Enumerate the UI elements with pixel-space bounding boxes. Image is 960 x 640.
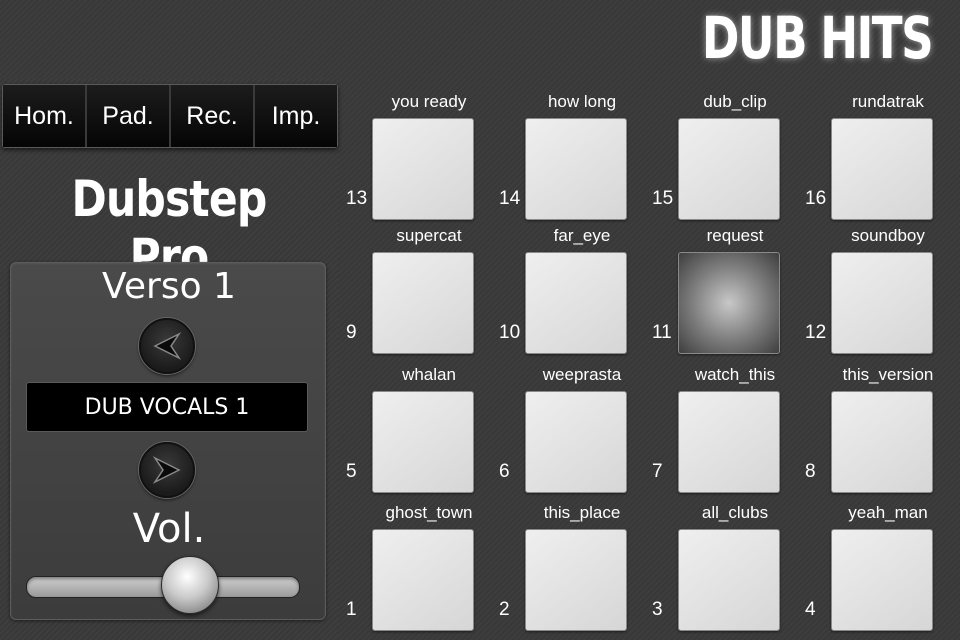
pad-cell: whalan 5 xyxy=(338,357,490,495)
brand-title: DUB HITS xyxy=(701,4,934,72)
pad-cell: supercat 9 xyxy=(338,218,490,356)
pad-cell: dub_clip 15 xyxy=(644,84,796,222)
pad-cell: request 11 xyxy=(644,218,796,356)
sample-pad[interactable] xyxy=(525,252,627,354)
pad-number: 14 xyxy=(499,188,521,209)
tab-import[interactable]: Imp. xyxy=(255,85,337,147)
pad-label: how long xyxy=(547,92,617,111)
sample-pad[interactable] xyxy=(372,118,474,220)
pad-cell: rundatrak 16 xyxy=(797,84,949,222)
pad-grid: you ready 13 how long 14 dub_clip 15 rundatrak… xyxy=(338,84,960,640)
pad-number: 10 xyxy=(499,322,521,343)
pad-label: this_version xyxy=(842,365,934,384)
pad-label: watch_this xyxy=(694,365,776,384)
sample-pad[interactable] xyxy=(678,529,780,631)
sample-pad[interactable] xyxy=(525,118,627,220)
pad-label: yeah_man xyxy=(848,503,928,522)
pad-number: 1 xyxy=(346,599,357,620)
pad-label: this_place xyxy=(543,503,621,522)
pad-number: 13 xyxy=(346,188,368,209)
volume-label: Vol. xyxy=(132,506,206,552)
pad-label: weeprasta xyxy=(542,365,622,384)
sample-pad[interactable] xyxy=(372,252,474,354)
sample-pad[interactable] xyxy=(831,529,933,631)
pad-number: 2 xyxy=(499,599,510,620)
sample-pad[interactable] xyxy=(678,118,780,220)
left-arrow-icon xyxy=(153,332,182,360)
pad-label: far_eye xyxy=(553,226,611,245)
pad-label: you ready xyxy=(391,92,467,111)
pad-cell: weeprasta 6 xyxy=(491,357,643,495)
pad-number: 7 xyxy=(652,461,663,482)
pad-number: 12 xyxy=(805,322,827,343)
pad-label: dub_clip xyxy=(703,92,767,111)
pad-label: supercat xyxy=(396,226,462,245)
tab-record[interactable]: Rec. xyxy=(171,85,255,147)
pad-label: request xyxy=(706,226,764,245)
sample-pad[interactable] xyxy=(525,391,627,493)
pad-cell: all_clubs 3 xyxy=(644,495,796,633)
pad-cell: ghost_town 1 xyxy=(338,495,490,633)
sample-pad[interactable] xyxy=(372,529,474,631)
next-bank-button[interactable] xyxy=(139,442,195,498)
pad-cell: soundboy 12 xyxy=(797,218,949,356)
sample-pad[interactable] xyxy=(831,252,933,354)
verse-label: Verso 1 xyxy=(102,266,236,307)
pad-label: ghost_town xyxy=(385,503,473,522)
sample-pad[interactable] xyxy=(678,391,780,493)
sound-bank-display: DUB VOCALS 1 xyxy=(26,382,308,432)
pad-cell: this_place 2 xyxy=(491,495,643,633)
pad-number: 8 xyxy=(805,461,816,482)
pad-label: soundboy xyxy=(851,226,925,245)
prev-bank-button[interactable] xyxy=(139,318,195,374)
sample-pad[interactable] xyxy=(525,529,627,631)
tab-home[interactable]: Hom. xyxy=(3,85,87,147)
pad-label: all_clubs xyxy=(701,503,769,522)
right-arrow-icon xyxy=(152,456,181,484)
pad-cell: you ready 13 xyxy=(338,84,490,222)
pad-cell: this_version 8 xyxy=(797,357,949,495)
pad-label: rundatrak xyxy=(852,92,924,111)
sample-pad[interactable] xyxy=(372,391,474,493)
volume-slider-knob[interactable] xyxy=(161,556,220,614)
pad-cell: far_eye 10 xyxy=(491,218,643,356)
pad-number: 9 xyxy=(346,322,357,343)
pad-cell: how long 14 xyxy=(491,84,643,222)
sample-pad[interactable] xyxy=(678,252,780,354)
nav-tabs: Hom. Pad. Rec. Imp. xyxy=(2,84,338,148)
sample-pad[interactable] xyxy=(831,118,933,220)
pad-label: whalan xyxy=(402,365,456,384)
pad-number: 15 xyxy=(652,188,674,209)
pad-number: 11 xyxy=(652,322,672,343)
sample-pad[interactable] xyxy=(831,391,933,493)
pad-number: 5 xyxy=(346,461,357,482)
pad-number: 4 xyxy=(805,599,816,620)
pad-number: 3 xyxy=(652,599,663,620)
pad-number: 16 xyxy=(805,188,827,209)
tab-pads[interactable]: Pad. xyxy=(87,85,171,147)
pad-number: 6 xyxy=(499,461,510,482)
pad-cell: yeah_man 4 xyxy=(797,495,949,633)
pad-cell: watch_this 7 xyxy=(644,357,796,495)
